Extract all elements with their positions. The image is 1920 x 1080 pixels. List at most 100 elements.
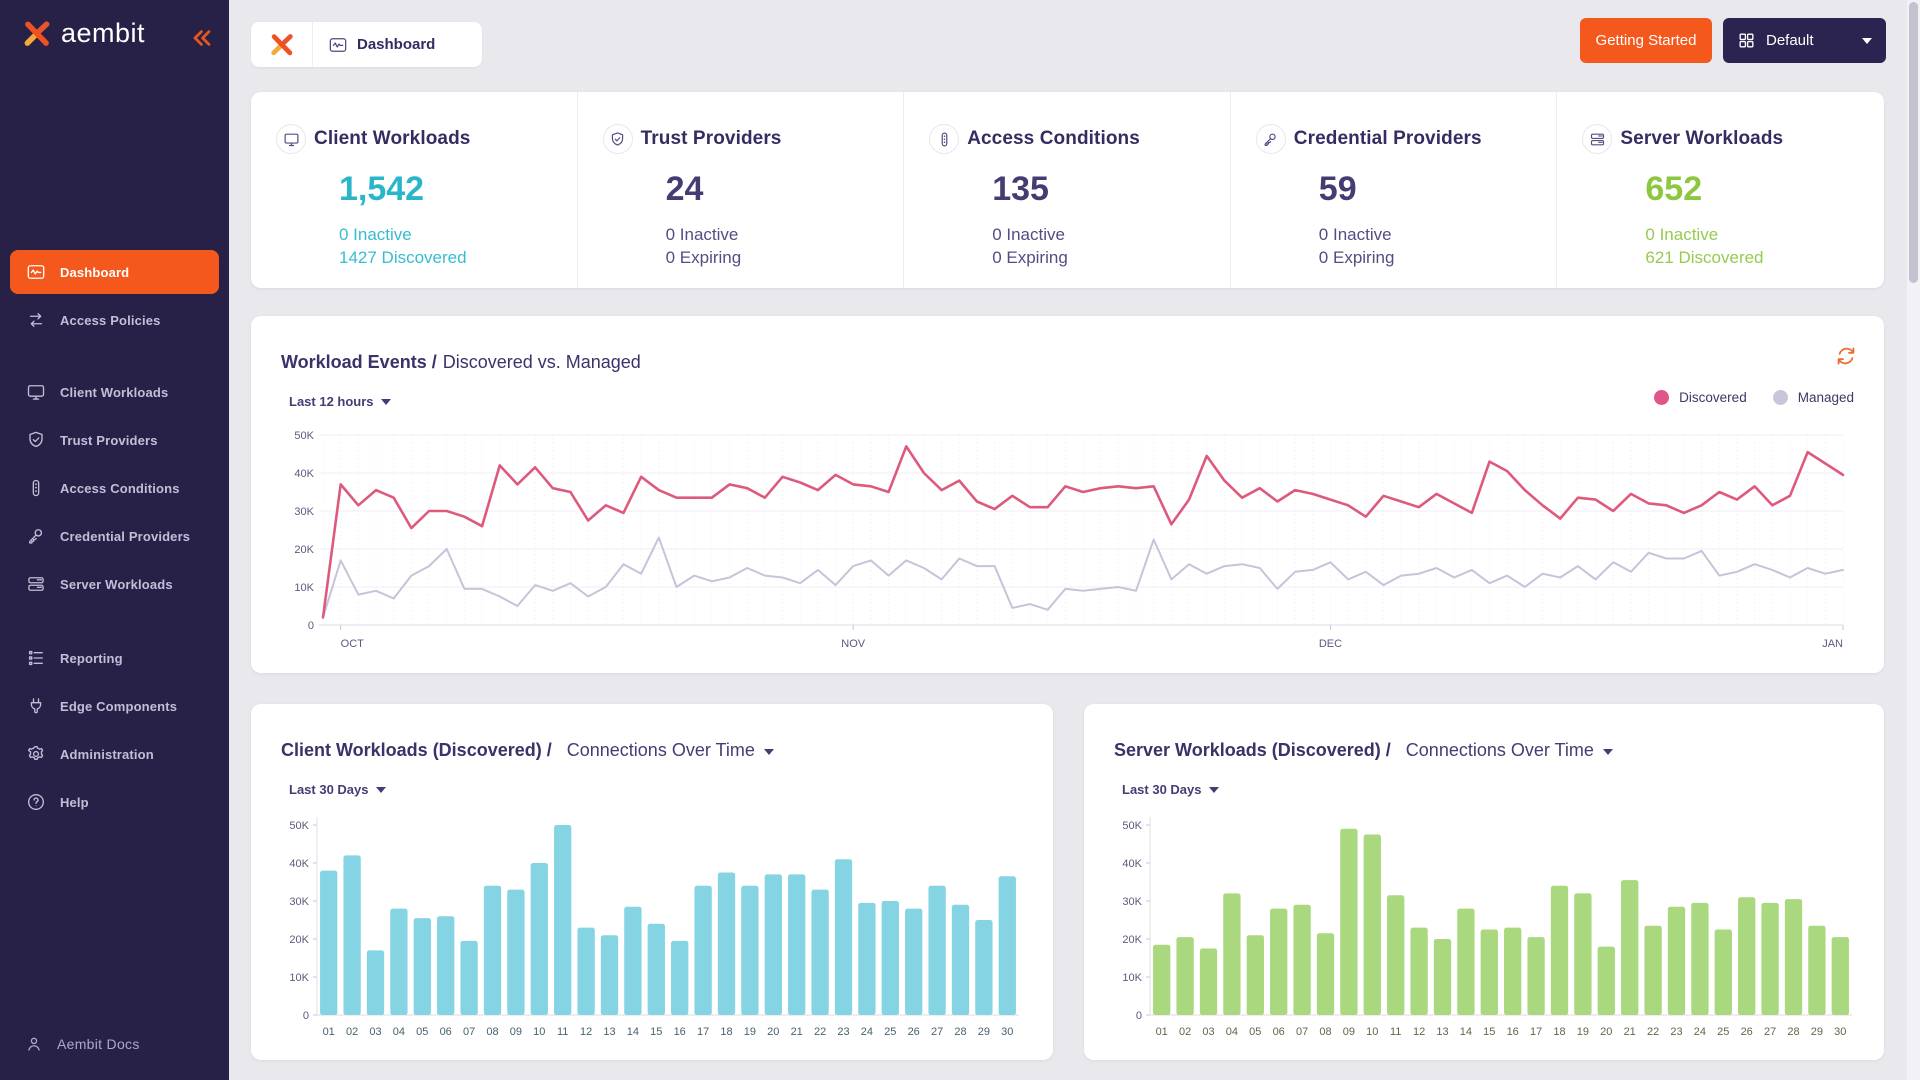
svg-text:40K: 40K [1122,858,1142,870]
sidebar-collapse-button[interactable] [188,24,218,54]
stat-card-server-workloads[interactable]: Server Workloads 652 0 Inactive 621 Disc… [1557,92,1884,288]
breadcrumb-page[interactable]: Dashboard [313,35,482,55]
stat-card-line2: 621 Discovered [1645,246,1874,269]
sidebar-item-trust-providers[interactable]: Trust Providers [10,418,219,462]
sidebar-item-label: Server Workloads [60,577,173,592]
svg-text:12: 12 [1413,1026,1425,1038]
managed-dot-icon [1773,390,1788,405]
svg-text:0: 0 [303,1010,309,1022]
svg-text:12: 12 [580,1026,592,1038]
sidebar-item-dashboard[interactable]: Dashboard [10,250,219,294]
sidebar-item-help[interactable]: Help [10,780,219,824]
stat-card-title: Access Conditions [967,128,1140,150]
stat-card-line1: 0 Inactive [666,223,894,246]
server-icon [1582,124,1612,154]
dashboard-icon [328,35,348,55]
svg-text:JAN: JAN [1822,638,1843,650]
svg-text:20K: 20K [294,544,314,556]
time-range-dropdown[interactable]: Last 30 Days [1122,782,1219,797]
svg-text:07: 07 [1296,1026,1308,1038]
scrollbar-thumb[interactable] [1909,2,1918,283]
stat-card-line2: 0 Expiring [992,246,1220,269]
svg-text:50K: 50K [1122,820,1142,832]
legend-item-managed[interactable]: Managed [1773,390,1854,405]
svg-text:24: 24 [861,1026,873,1038]
sidebar-item-edge-components[interactable]: Edge Components [10,684,219,728]
stat-card-trust-providers[interactable]: Trust Providers 24 0 Inactive 0 Expiring [578,92,905,288]
svg-text:25: 25 [884,1026,896,1038]
legend-label: Managed [1798,390,1854,405]
svg-text:22: 22 [814,1026,826,1038]
sidebar-item-administration[interactable]: Administration [10,732,219,776]
metric-dropdown[interactable]: Connections Over Time [1406,740,1613,761]
sidebar-item-aembit-docs[interactable]: Aembit Docs [24,1034,140,1054]
svg-text:20K: 20K [289,934,309,946]
metric-dropdown[interactable]: Connections Over Time [567,740,774,761]
refresh-button[interactable] [1834,344,1858,368]
getting-started-button[interactable]: Getting Started [1580,18,1712,63]
svg-text:18: 18 [720,1026,732,1038]
stat-card-value: 1,542 [339,170,567,209]
stat-cards-row: Client Workloads 1,542 0 Inactive 1427 D… [251,92,1884,288]
svg-text:10: 10 [533,1026,545,1038]
svg-text:16: 16 [674,1026,686,1038]
svg-text:30: 30 [1834,1026,1846,1038]
brand-name: aembit [61,18,145,49]
key-icon [26,526,46,546]
breadcrumb-home[interactable] [251,22,313,67]
sidebar-item-label: Credential Providers [60,529,190,544]
svg-text:17: 17 [697,1026,709,1038]
svg-text:40K: 40K [294,468,314,480]
discovered-dot-icon [1654,390,1669,405]
svg-text:11: 11 [1390,1026,1401,1038]
svg-text:08: 08 [1319,1026,1331,1038]
sidebar-item-server-workloads[interactable]: Server Workloads [10,562,219,606]
sidebar-item-credential-providers[interactable]: Credential Providers [10,514,219,558]
sidebar-item-label: Access Policies [60,313,161,328]
stat-card-access-conditions[interactable]: Access Conditions 135 0 Inactive 0 Expir… [904,92,1231,288]
sidebar-item-client-workloads[interactable]: Client Workloads [10,370,219,414]
sidebar-item-label: Trust Providers [60,433,158,448]
svg-text:40K: 40K [289,858,309,870]
chart-legend: Discovered Managed [1654,390,1854,405]
stat-card-value: 24 [666,170,894,209]
stat-card-client-workloads[interactable]: Client Workloads 1,542 0 Inactive 1427 D… [251,92,578,288]
panel-title-bold: Server Workloads (Discovered) / [1114,740,1391,760]
aembit-x-icon [269,33,295,57]
svg-text:18: 18 [1553,1026,1565,1038]
sidebar-item-label: Client Workloads [60,385,168,400]
signal-stack-icon [929,124,959,154]
svg-text:0: 0 [308,620,314,632]
sidebar-item-access-policies[interactable]: Access Policies [10,298,219,342]
svg-text:30K: 30K [294,506,314,518]
time-range-value: Last 12 hours [289,394,374,409]
time-range-dropdown[interactable]: Last 12 hours [289,394,391,409]
view-selector-dropdown[interactable]: Default [1723,18,1886,63]
svg-text:08: 08 [486,1026,498,1038]
svg-text:15: 15 [1483,1026,1495,1038]
view-selector-value: Default [1766,32,1862,49]
scrollbar-track[interactable] [1907,0,1920,1080]
svg-text:0: 0 [1136,1010,1142,1022]
client-workloads-panel: Client Workloads (Discovered) / Connecti… [251,704,1053,1060]
time-range-dropdown[interactable]: Last 30 Days [289,782,386,797]
server-icon [26,574,46,594]
svg-text:04: 04 [393,1026,405,1038]
svg-text:29: 29 [978,1026,990,1038]
sidebar-item-label: Reporting [60,651,123,666]
svg-text:27: 27 [931,1026,943,1038]
svg-text:26: 26 [1741,1026,1753,1038]
sidebar-item-access-conditions[interactable]: Access Conditions [10,466,219,510]
svg-text:20K: 20K [1122,934,1142,946]
stat-card-credential-providers[interactable]: Credential Providers 59 0 Inactive 0 Exp… [1231,92,1558,288]
gear-icon [26,744,46,764]
legend-item-discovered[interactable]: Discovered [1654,390,1747,405]
svg-text:03: 03 [1202,1026,1214,1038]
metric-dropdown-value: Connections Over Time [567,740,755,761]
svg-text:22: 22 [1647,1026,1659,1038]
sidebar-item-reporting[interactable]: Reporting [10,636,219,680]
server-workloads-panel: Server Workloads (Discovered) / Connecti… [1084,704,1884,1060]
svg-text:19: 19 [744,1026,756,1038]
svg-text:23: 23 [837,1026,849,1038]
svg-text:30K: 30K [1122,896,1142,908]
